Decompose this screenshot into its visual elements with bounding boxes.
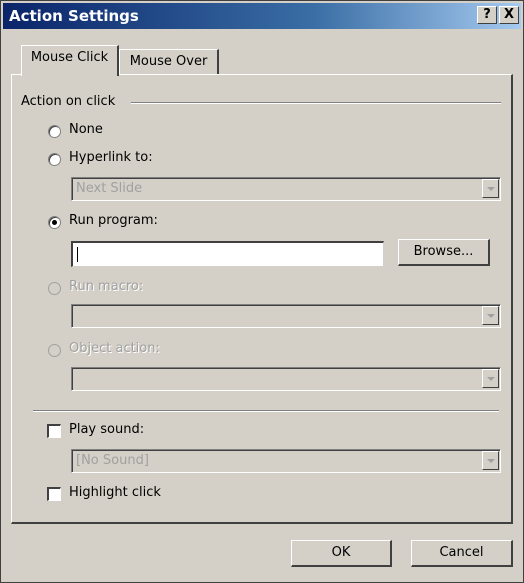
object-action-label[interactable]: Object action: xyxy=(69,341,160,356)
chevron-down-icon xyxy=(487,459,495,463)
object-action-dropdown[interactable] xyxy=(71,367,501,391)
sound-dropdown[interactable]: [No Sound] xyxy=(71,449,501,473)
tab-mouse-click[interactable]: Mouse Click xyxy=(21,45,119,76)
radio-selected-dot xyxy=(52,220,57,225)
browse-button[interactable]: Browse... xyxy=(398,239,490,266)
run-macro-dropdown-button[interactable] xyxy=(482,306,499,325)
action-settings-dialog: Action Settings ? X Mouse Click Mouse Ov… xyxy=(0,0,524,583)
window-title: Action Settings xyxy=(9,7,139,25)
hyperlink-dropdown[interactable]: Next Slide xyxy=(71,177,501,201)
run-macro-radio[interactable] xyxy=(48,282,61,295)
chevron-down-icon xyxy=(487,187,495,191)
run-program-radio[interactable] xyxy=(48,216,61,229)
chevron-down-icon xyxy=(487,377,495,381)
section-divider xyxy=(33,410,499,412)
cancel-button[interactable]: Cancel xyxy=(411,540,513,567)
run-macro-dropdown[interactable] xyxy=(71,304,501,328)
sound-dropdown-button[interactable] xyxy=(482,451,499,470)
none-radio[interactable] xyxy=(48,125,61,138)
tab-mouse-over[interactable]: Mouse Over xyxy=(119,49,219,76)
hyperlink-dropdown-value: Next Slide xyxy=(76,181,143,196)
title-bar[interactable]: Action Settings ? X xyxy=(3,3,521,29)
object-action-radio[interactable] xyxy=(48,344,61,357)
highlight-click-label[interactable]: Highlight click xyxy=(69,485,161,500)
close-button[interactable]: X xyxy=(499,6,519,24)
run-program-label[interactable]: Run program: xyxy=(69,213,158,228)
object-action-dropdown-button[interactable] xyxy=(482,369,499,388)
action-on-click-group-label: Action on click xyxy=(21,94,120,109)
hyperlink-dropdown-button[interactable] xyxy=(482,179,499,198)
run-macro-label[interactable]: Run macro: xyxy=(69,279,143,294)
run-program-input[interactable] xyxy=(71,241,384,267)
highlight-click-checkbox[interactable] xyxy=(47,487,61,501)
help-button[interactable]: ? xyxy=(477,6,497,24)
sound-dropdown-value: [No Sound] xyxy=(76,453,149,468)
chevron-down-icon xyxy=(487,314,495,318)
group-divider xyxy=(131,102,501,104)
hyperlink-label[interactable]: Hyperlink to: xyxy=(69,150,153,165)
play-sound-checkbox[interactable] xyxy=(47,424,61,438)
hyperlink-radio[interactable] xyxy=(48,153,61,166)
text-caret xyxy=(77,247,78,262)
play-sound-label[interactable]: Play sound: xyxy=(69,422,144,437)
ok-button[interactable]: OK xyxy=(291,540,392,567)
none-label[interactable]: None xyxy=(69,122,103,137)
